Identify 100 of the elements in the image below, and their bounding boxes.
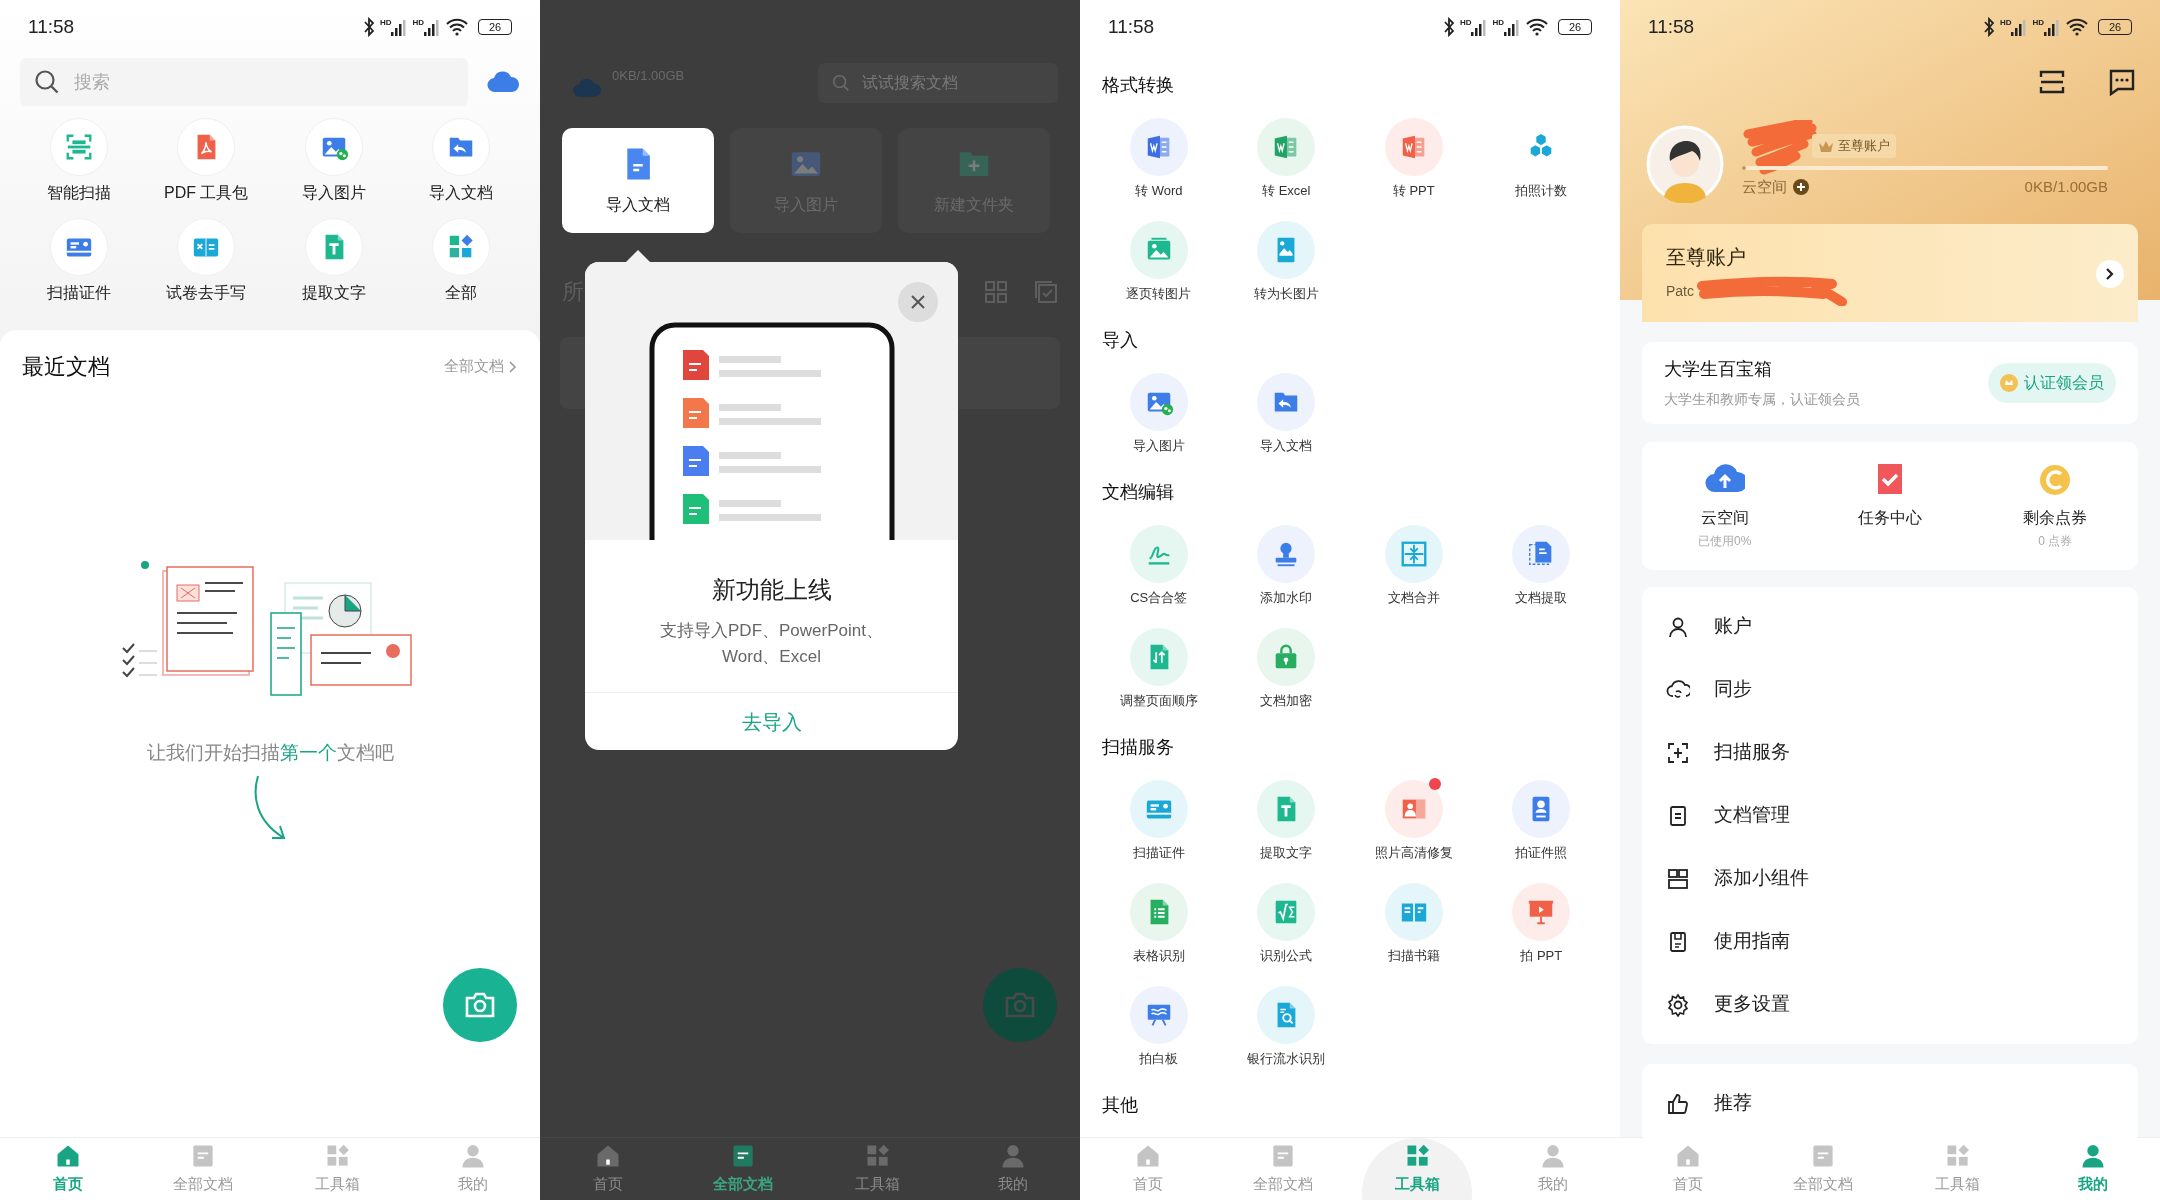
section-title: 导入 (1101, 329, 1139, 352)
search-icon (832, 74, 850, 92)
crown-icon (1818, 139, 1834, 152)
tool-tile[interactable]: 导入图片 (1095, 373, 1223, 455)
tool-tile[interactable]: 转为长图片 (1222, 221, 1350, 303)
chevron-button[interactable] (2096, 260, 2124, 288)
tool-tile[interactable]: 转 Excel (1222, 118, 1350, 200)
signal-icon (2044, 18, 2060, 36)
menu-item[interactable]: 文档管理 (1642, 784, 2138, 847)
tool-tile[interactable]: 拍白板 (1095, 986, 1223, 1068)
section-title: 扫描服务 (1101, 736, 1175, 759)
network-label: HD (1492, 18, 1504, 27)
avatar-silhouette[interactable] (1646, 125, 1724, 203)
network-label: HD (1999, 18, 2012, 27)
tool-tile[interactable]: 添加水印 (1222, 525, 1350, 607)
tool-tile[interactable]: 转 PPT (1350, 118, 1478, 200)
signal-icon (1504, 18, 1520, 36)
shortcut-tile[interactable]: 提取文字 (270, 218, 398, 304)
tool-tile[interactable]: 提取文字 (1222, 780, 1350, 862)
stat-tile[interactable]: 任务中心 (1807, 460, 1973, 570)
membership-card[interactable]: 至尊账户 Patc (1642, 224, 2138, 322)
card-title: 大学生百宝箱 (1664, 358, 1773, 381)
camera-icon (1004, 991, 1036, 1019)
network-label: HD (412, 18, 424, 27)
wifi-icon (1525, 18, 1549, 36)
menu-item[interactable]: 账户 (1642, 595, 2138, 658)
thumbs-up-icon (1666, 1091, 1690, 1116)
tool-tile[interactable]: 文档合并 (1350, 525, 1478, 607)
signal-icon (2011, 18, 2028, 36)
wifi-icon (445, 18, 469, 36)
scan-icon[interactable] (2038, 68, 2066, 96)
menu-item[interactable]: 推荐 (1642, 1072, 2138, 1135)
section-title: 其他 (1101, 1094, 1139, 1117)
search-field[interactable]: 搜索 (20, 58, 468, 106)
tool-tile[interactable]: 扫描书籍 (1350, 883, 1478, 965)
bluetooth-icon (1442, 17, 1455, 37)
tool-tile[interactable]: 拍证件照 (1477, 780, 1605, 862)
membership-badge: 至尊账户 (1812, 134, 1896, 158)
battery-level: 26 (2098, 19, 2132, 35)
shortcut-tile[interactable]: PDF 工具包 (142, 118, 270, 204)
shortcut-tile[interactable]: 导入图片 (270, 118, 398, 204)
empty-state-message: 让我们开始扫描第一个文档吧 (146, 741, 394, 765)
menu-item[interactable]: 更多设置 (1642, 973, 2138, 1036)
tool-tile[interactable]: 表格识别 (1095, 883, 1223, 965)
stat-tile[interactable]: 云空间 已使用0% (1642, 460, 1808, 570)
menu-item[interactable]: 同步 (1642, 658, 2138, 721)
tool-tile[interactable]: 导入文档 (1222, 373, 1350, 455)
tool-tile[interactable]: 逐页转图片 (1095, 221, 1223, 303)
search-input[interactable]: 搜索 (74, 62, 434, 102)
signal-icon (1471, 18, 1488, 36)
shortcut-tile[interactable]: 全部 (397, 218, 525, 304)
nav-tab[interactable]: 全部文档 (675, 1138, 810, 1200)
menu-item[interactable]: 使用指南 (1642, 910, 2138, 973)
storage-usage: 0KB/1.00GB (2024, 176, 2108, 197)
shortcut-tile[interactable]: 智能扫描 (15, 118, 143, 204)
tool-tile[interactable]: 转 Word (1095, 118, 1223, 200)
popup-description: 支持导入PDF、PowerPoint、Word、Excel (659, 620, 884, 668)
close-button[interactable] (898, 282, 938, 322)
tool-tile[interactable]: 文档提取 (1477, 525, 1605, 607)
cloud-label: 云空间 (1742, 176, 1787, 197)
membership-subtitle: Patc (1666, 281, 1694, 301)
menu-item[interactable]: 扫描服务 (1642, 721, 2138, 784)
tool-tile[interactable]: 调整页面顺序 (1095, 628, 1223, 710)
bluetooth-icon (362, 17, 375, 37)
status-time: 11:58 (28, 14, 75, 39)
membership-title: 至尊账户 (1666, 245, 1747, 270)
camera-icon (464, 991, 496, 1019)
battery-level: 26 (478, 19, 512, 35)
network-label: HD (2032, 18, 2044, 27)
shortcut-tile[interactable]: 扫描证件 (15, 218, 143, 304)
tool-tile[interactable]: 拍 PPT (1477, 883, 1605, 965)
network-label: HD (1459, 18, 1472, 27)
tool-tile[interactable]: CS合合签 (1095, 525, 1223, 607)
signal-icon (391, 18, 408, 36)
widgets-icon (1666, 866, 1690, 891)
tool-tile[interactable]: 拍照计数 (1477, 118, 1605, 200)
scan-frame-icon (1666, 740, 1690, 765)
card-subtitle: 大学生和教师专属，认证领会员 (1664, 390, 1860, 409)
menu-item[interactable]: 添加小组件 (1642, 847, 2138, 910)
plus-icon[interactable] (1793, 179, 1809, 195)
close-icon (910, 294, 926, 310)
status-time: 11:58 (1108, 14, 1155, 39)
cloud-icon[interactable] (486, 70, 520, 94)
tool-tile[interactable]: 照片高清修复 (1350, 780, 1478, 862)
tool-tile[interactable]: 识别公式 (1222, 883, 1350, 965)
network-label: HD (379, 18, 392, 27)
popup-title: 新功能上线 (710, 575, 833, 605)
stat-tile[interactable]: 剩余点券 0 点券 (1972, 460, 2138, 570)
bluetooth-icon (1982, 17, 1995, 37)
chevron-right-icon (508, 359, 518, 374)
message-icon[interactable] (2108, 68, 2136, 96)
shortcut-tile[interactable]: 试卷去手写 (142, 218, 270, 304)
section-title: 最近文档 (22, 353, 110, 381)
tool-tile[interactable]: 银行流水识别 (1222, 986, 1350, 1068)
tool-tile[interactable]: 扫描证件 (1095, 780, 1223, 862)
tool-tile[interactable]: 文档加密 (1222, 628, 1350, 710)
section-title: 文档编辑 (1101, 481, 1175, 504)
chevron-right-icon (2105, 267, 2115, 281)
action-card[interactable]: 导入文档 (562, 128, 714, 233)
shortcut-tile[interactable]: 导入文档 (397, 118, 525, 204)
